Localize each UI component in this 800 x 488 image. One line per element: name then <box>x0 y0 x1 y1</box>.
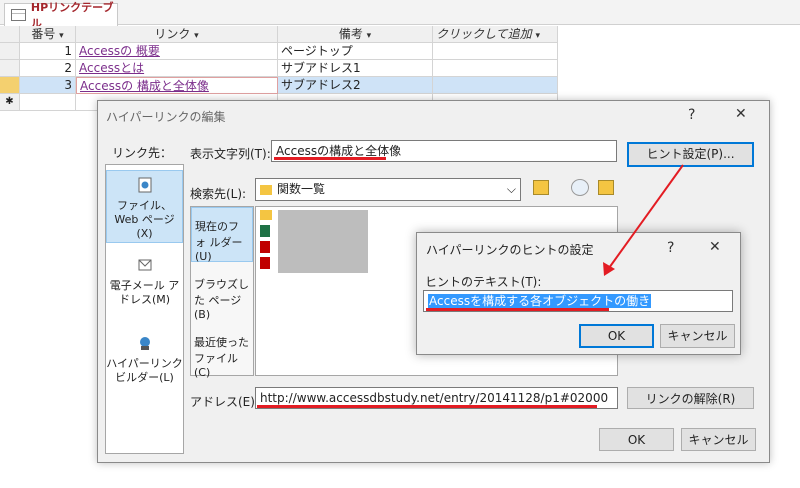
annotation-arrow <box>603 164 684 276</box>
